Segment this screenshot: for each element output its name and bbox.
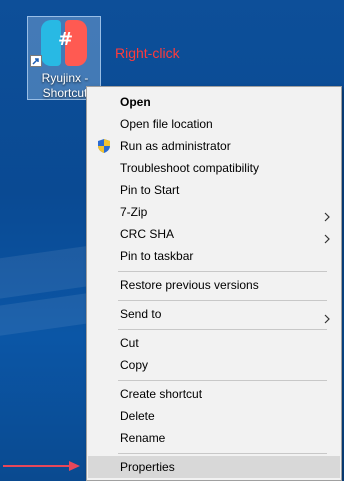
menu-item-pin-to-start[interactable]: Pin to Start [88,179,340,201]
menu-item-cut[interactable]: Cut [88,332,340,354]
menu-item-label: Pin to Start [120,183,180,197]
menu-item-label: Properties [120,460,175,474]
menu-item-open[interactable]: Open [88,91,340,113]
menu-separator [118,329,327,330]
menu-item-label: Open file location [120,117,213,131]
menu-item-label: Run as administrator [120,139,231,153]
menu-item-troubleshoot-compatibility[interactable]: Troubleshoot compatibility [88,157,340,179]
menu-item-label: Delete [120,409,155,423]
menu-item-run-as-administrator[interactable]: Run as administrator [88,135,340,157]
menu-item-copy[interactable]: Copy [88,354,340,376]
shortcut-arrow-icon [30,55,42,67]
menu-item-label: Cut [120,336,139,350]
menu-item-pin-to-taskbar[interactable]: Pin to taskbar [88,245,340,267]
menu-separator [118,300,327,301]
shortcut-label-line1: Ryujinx - [41,71,89,85]
menu-separator [118,453,327,454]
menu-item-label: Rename [120,431,166,445]
menu-separator [118,271,327,272]
menu-item-label: Copy [120,358,149,372]
menu-item-label: Pin to taskbar [120,249,194,263]
menu-item-crc-sha[interactable]: CRC SHA [88,223,340,245]
menu-item-properties[interactable]: Properties [88,456,340,478]
menu-item-label: Send to [120,307,162,321]
menu-item-label: Restore previous versions [120,278,259,292]
menu-item-label: Create shortcut [120,387,203,401]
pointer-arrow-icon [3,461,80,471]
ryujinx-app-icon: # [41,20,89,68]
menu-item-label: 7-Zip [120,205,148,219]
menu-item-create-shortcut[interactable]: Create shortcut [88,383,340,405]
menu-item-7zip[interactable]: 7-Zip [88,201,340,223]
menu-item-open-file-location[interactable]: Open file location [88,113,340,135]
menu-item-delete[interactable]: Delete [88,405,340,427]
menu-item-label: CRC SHA [120,227,175,241]
menu-separator [118,380,327,381]
menu-item-restore-previous-versions[interactable]: Restore previous versions [88,274,340,296]
context-menu: Open Open file location Run as administr… [86,86,342,481]
right-click-annotation: Right-click [115,45,180,61]
menu-item-rename[interactable]: Rename [88,427,340,449]
menu-item-label: Troubleshoot compatibility [120,161,259,175]
menu-item-send-to[interactable]: Send to [88,303,340,325]
menu-item-label: Open [120,95,151,109]
chevron-right-icon [324,309,330,331]
